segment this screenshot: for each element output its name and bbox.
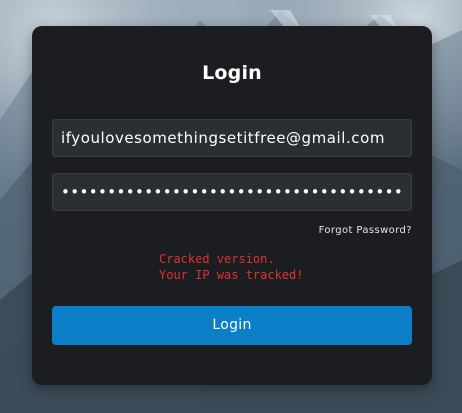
forgot-password-link[interactable]: Forgot Password? [319, 225, 412, 236]
error-line-1: Cracked version. [159, 252, 275, 266]
error-line-2: Your IP was tracked! [159, 268, 304, 282]
login-button[interactable]: Login [52, 306, 412, 345]
login-title: Login [202, 62, 262, 84]
password-field[interactable]: ••••••••••••••••••••••••••••••••••••• [52, 173, 412, 211]
error-message: Cracked version. Your IP was tracked! [159, 251, 304, 283]
email-field[interactable]: ifyoulovesomethingsetitfree@gmail.com [52, 119, 412, 157]
login-card: Login ifyoulovesomethingsetitfree@gmail.… [32, 26, 432, 385]
